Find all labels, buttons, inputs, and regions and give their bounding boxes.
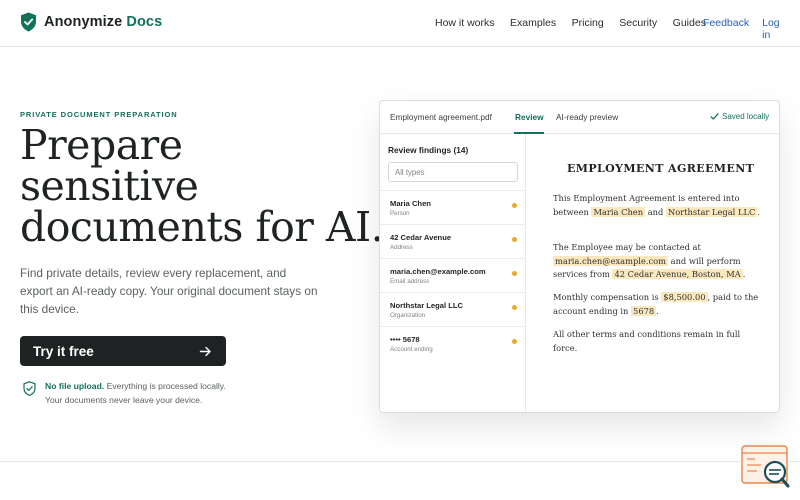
login-link[interactable]: Log in bbox=[762, 17, 787, 41]
doc-paragraph: All other terms and conditions remain in… bbox=[553, 329, 741, 353]
highlight-organization[interactable]: Northstar Legal LLC bbox=[665, 206, 758, 217]
nav-link-examples[interactable]: Examples bbox=[510, 17, 556, 29]
pending-dot-icon bbox=[512, 339, 517, 344]
saved-status: Saved locally bbox=[710, 112, 769, 121]
highlight-person[interactable]: Maria Chen bbox=[591, 206, 646, 217]
search-widget-icon[interactable] bbox=[741, 445, 791, 489]
hero-subtext: Find private details, review every repla… bbox=[20, 266, 318, 316]
finding-type: Account ending bbox=[390, 346, 433, 353]
finding-item[interactable]: 42 Cedar Avenue Address bbox=[380, 224, 525, 258]
try-free-button[interactable]: Try it free bbox=[20, 336, 226, 366]
finding-type: Address bbox=[390, 244, 413, 251]
pending-dot-icon bbox=[512, 237, 517, 242]
hero-eyebrow: PRIVATE DOCUMENT PREPARATION bbox=[20, 110, 178, 119]
findings-panel: Review findings (14) All types Maria Che… bbox=[380, 134, 526, 412]
shield-check-icon bbox=[21, 12, 36, 32]
brand-logo[interactable]: Anonymize Docs bbox=[20, 12, 162, 32]
nav-links: How it works Examples Pricing Security G… bbox=[435, 17, 721, 29]
nav-link-how-it-works[interactable]: How it works bbox=[435, 17, 495, 29]
finding-item[interactable]: Northstar Legal LLC Organization bbox=[380, 292, 525, 326]
finding-name: Maria Chen bbox=[390, 199, 431, 208]
no-upload-notice: No file upload. Everything is processed … bbox=[23, 380, 226, 407]
cta-label: Try it free bbox=[33, 343, 94, 359]
pending-dot-icon bbox=[512, 203, 517, 208]
highlight-amount[interactable]: $8,500.00 bbox=[661, 292, 708, 302]
notice-strong: No file upload. bbox=[45, 381, 105, 391]
tab-file[interactable]: Employment agreement.pdf bbox=[390, 112, 492, 122]
feedback-link[interactable]: Feedback bbox=[703, 17, 749, 41]
brand-name: Anonymize Docs bbox=[44, 14, 163, 30]
finding-name: 42 Cedar Avenue bbox=[390, 233, 452, 242]
tab-ai-preview[interactable]: AI-ready preview bbox=[556, 112, 618, 122]
finding-name: •••• 5678 bbox=[390, 335, 420, 344]
doc-paragraph: Monthly compensation is $8,500.00, paid … bbox=[553, 292, 759, 316]
highlight-email[interactable]: maria.chen@example.com bbox=[553, 255, 668, 266]
nav-link-security[interactable]: Security bbox=[619, 17, 657, 29]
highlight-address[interactable]: 42 Cedar Avenue, Boston, MA bbox=[612, 269, 743, 279]
nav-link-guides[interactable]: Guides bbox=[673, 17, 706, 29]
finding-name: Northstar Legal LLC bbox=[390, 301, 463, 310]
doc-title: EMPLOYMENT AGREEMENT bbox=[567, 162, 755, 175]
finding-name: maria.chen@example.com bbox=[390, 267, 486, 276]
check-icon bbox=[710, 113, 719, 120]
nav-actions: Feedback Log in bbox=[703, 17, 800, 41]
section-divider bbox=[0, 461, 800, 462]
finding-type: Organization bbox=[390, 312, 426, 319]
card-tabs: Employment agreement.pdf Review AI-ready… bbox=[380, 101, 779, 134]
headline-line: Prepare bbox=[20, 121, 183, 169]
finding-item[interactable]: maria.chen@example.com Email address bbox=[380, 258, 525, 292]
arrow-right-icon bbox=[199, 346, 211, 356]
app-preview-card: Employment agreement.pdf Review AI-ready… bbox=[379, 100, 780, 413]
notice-detail: Everything is processed locally. bbox=[106, 381, 226, 391]
finding-item[interactable]: Maria Chen Person bbox=[380, 190, 525, 224]
pending-dot-icon bbox=[512, 305, 517, 310]
notice-line2: Your documents never leave your device. bbox=[45, 394, 203, 405]
doc-paragraph: The Employee may be contacted at maria.c… bbox=[553, 242, 746, 279]
shield-check-icon bbox=[23, 381, 36, 396]
finding-item[interactable]: •••• 5678 Account ending bbox=[380, 326, 525, 360]
headline-line: documents for AI. bbox=[20, 203, 384, 251]
findings-title: Review findings (14) bbox=[388, 145, 469, 155]
pending-dot-icon bbox=[512, 271, 517, 276]
saved-label: Saved locally bbox=[722, 112, 770, 121]
type-filter-select[interactable]: All types bbox=[388, 162, 518, 182]
notice-text: No file upload. Everything is processed … bbox=[45, 380, 226, 407]
headline-line: sensitive bbox=[20, 162, 199, 210]
hero-headline: Prepare sensitive documents for AI. bbox=[20, 125, 390, 248]
doc-paragraph: This Employment Agreement is entered int… bbox=[553, 193, 760, 217]
finding-type: Person bbox=[390, 210, 410, 217]
nav-link-pricing[interactable]: Pricing bbox=[572, 17, 604, 29]
top-nav: Anonymize Docs How it works Examples Pri… bbox=[0, 0, 800, 47]
finding-type: Email address bbox=[390, 278, 430, 285]
tab-review[interactable]: Review bbox=[515, 112, 544, 122]
highlight-account[interactable]: 5678 bbox=[631, 305, 657, 316]
